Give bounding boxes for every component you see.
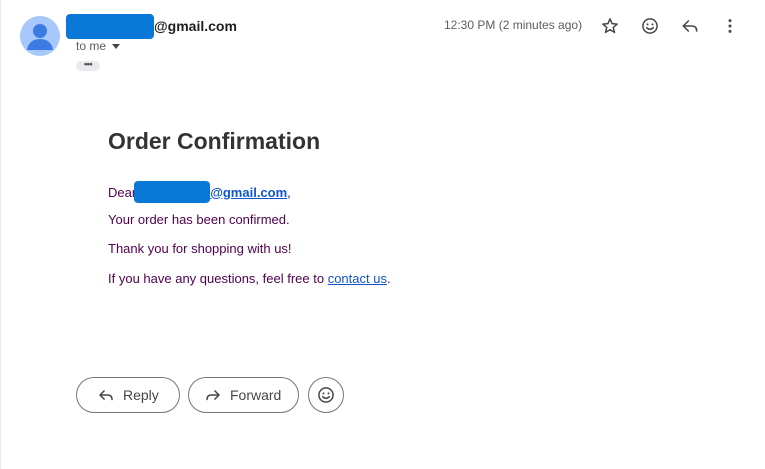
emoji-icon bbox=[318, 387, 334, 403]
emoji-reaction-button[interactable] bbox=[308, 377, 344, 413]
greeting-comma: , bbox=[287, 184, 291, 200]
add-reaction-button[interactable] bbox=[638, 14, 662, 38]
recipient-redaction bbox=[134, 181, 211, 203]
reply-button-label: Reply bbox=[123, 387, 159, 403]
recipient-email-link[interactable]: @gmail.com bbox=[210, 185, 287, 200]
person-icon bbox=[27, 24, 53, 50]
emoji-icon bbox=[642, 18, 658, 34]
greeting-prefix: Dear bbox=[108, 184, 137, 200]
sender-avatar[interactable] bbox=[20, 16, 60, 56]
reply-icon bbox=[682, 20, 698, 32]
sender-address[interactable]: @gmail.com bbox=[66, 13, 237, 39]
reply-icon bbox=[97, 386, 115, 404]
thank-you-line: Thank you for shopping with us! bbox=[108, 241, 292, 256]
star-button[interactable] bbox=[598, 14, 622, 38]
chevron-down-icon[interactable] bbox=[112, 44, 121, 49]
email-view: @gmail.com to me ••• 12:30 PM (2 minutes… bbox=[0, 0, 765, 469]
recipient-details[interactable]: to me bbox=[76, 39, 121, 53]
forward-icon bbox=[204, 386, 222, 404]
sender-redaction bbox=[66, 13, 154, 39]
more-vert-icon bbox=[728, 19, 732, 33]
star-icon bbox=[602, 18, 618, 34]
contact-line-suffix: . bbox=[386, 271, 391, 286]
more-options-button[interactable] bbox=[718, 14, 742, 38]
sender-domain: @gmail.com bbox=[154, 18, 237, 34]
contact-line-prefix: If you have any questions, feel free to bbox=[108, 271, 328, 286]
message-title: Order Confirmation bbox=[108, 128, 321, 154]
order-confirmed-line: Your order has been confirmed. bbox=[108, 212, 290, 227]
greeting-line: Dear @gmail.com , bbox=[108, 181, 291, 203]
contact-line: If you have any questions, feel free to … bbox=[108, 271, 391, 286]
recipient-label: to me bbox=[76, 39, 107, 53]
reply-button[interactable]: Reply bbox=[76, 377, 180, 413]
forward-button[interactable]: Forward bbox=[188, 377, 299, 413]
message-timestamp: 12:30 PM (2 minutes ago) bbox=[444, 18, 583, 32]
forward-button-label: Forward bbox=[230, 387, 282, 403]
show-trimmed-content-button[interactable]: ••• bbox=[76, 60, 100, 71]
reply-header-button[interactable] bbox=[678, 14, 702, 38]
contact-us-link[interactable]: contact us bbox=[328, 271, 387, 286]
